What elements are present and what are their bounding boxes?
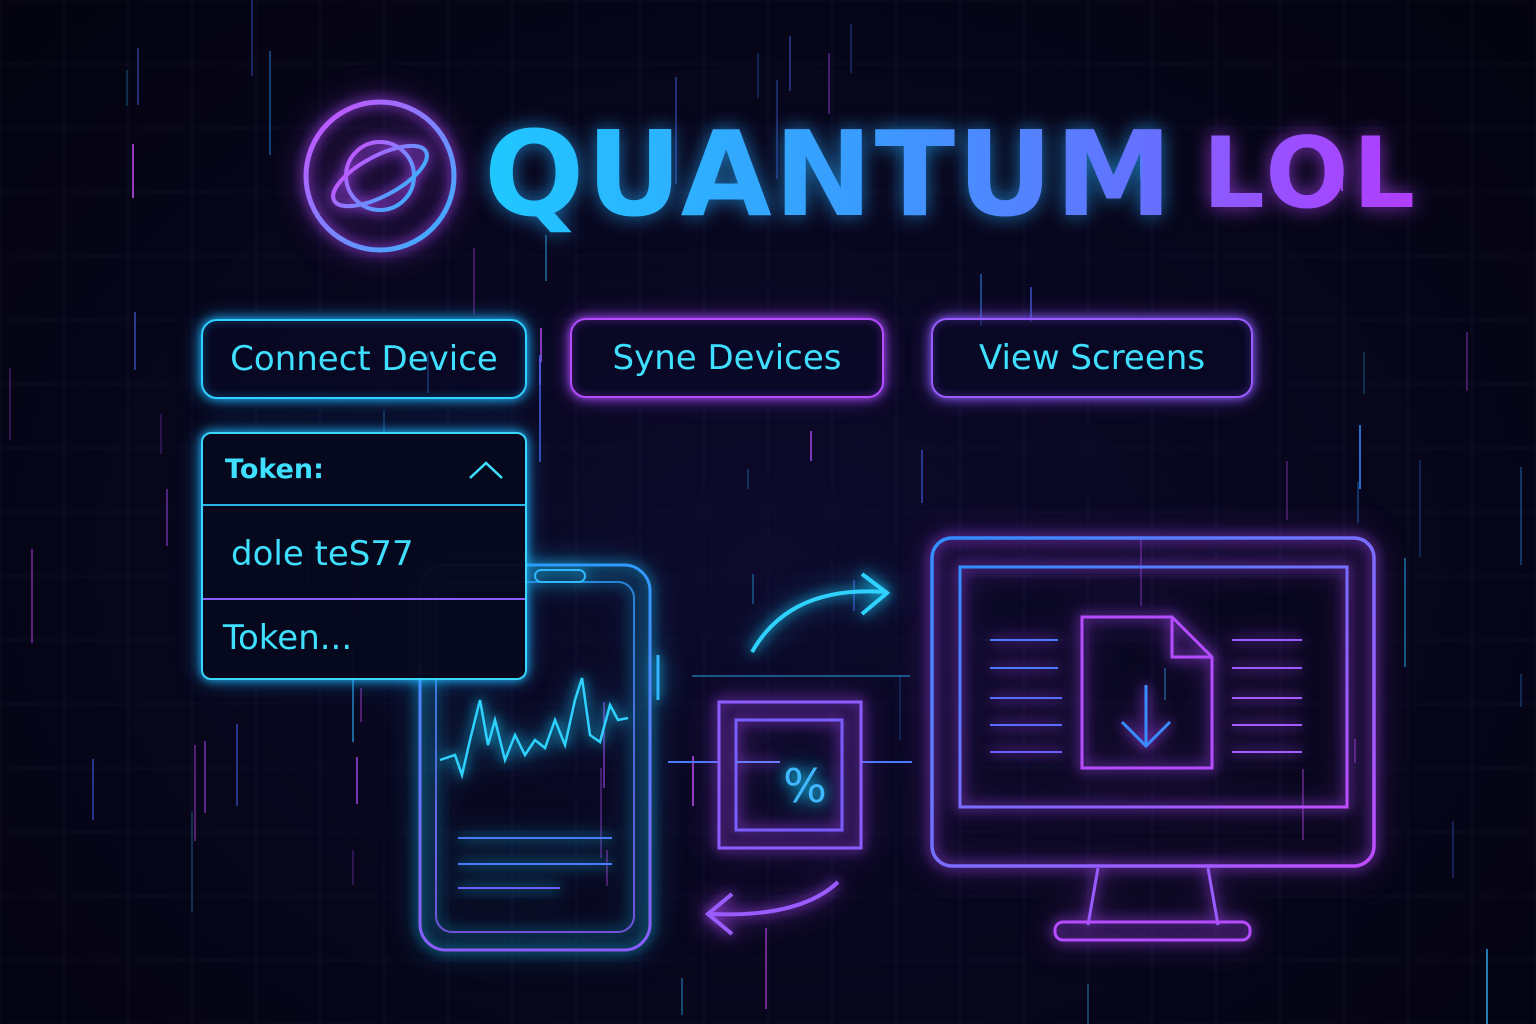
percent-symbol: % [783, 759, 827, 813]
token-dropdown-header[interactable]: Token: [203, 434, 525, 506]
monitor-download-icon [930, 536, 1376, 942]
token-dropdown[interactable]: Token: dole teS77 Token... [201, 432, 527, 680]
token-label: Token: [225, 454, 324, 485]
token-option-label: dole teS77 [231, 534, 414, 574]
chevron-up-icon[interactable] [467, 458, 505, 482]
arrow-right-curved-icon [750, 572, 891, 653]
token-option-2[interactable]: Token... [203, 600, 525, 678]
arrow-left-curved-icon [704, 880, 840, 936]
token-option-label: Token... [223, 618, 353, 658]
token-option-1[interactable]: dole teS77 [203, 506, 525, 600]
